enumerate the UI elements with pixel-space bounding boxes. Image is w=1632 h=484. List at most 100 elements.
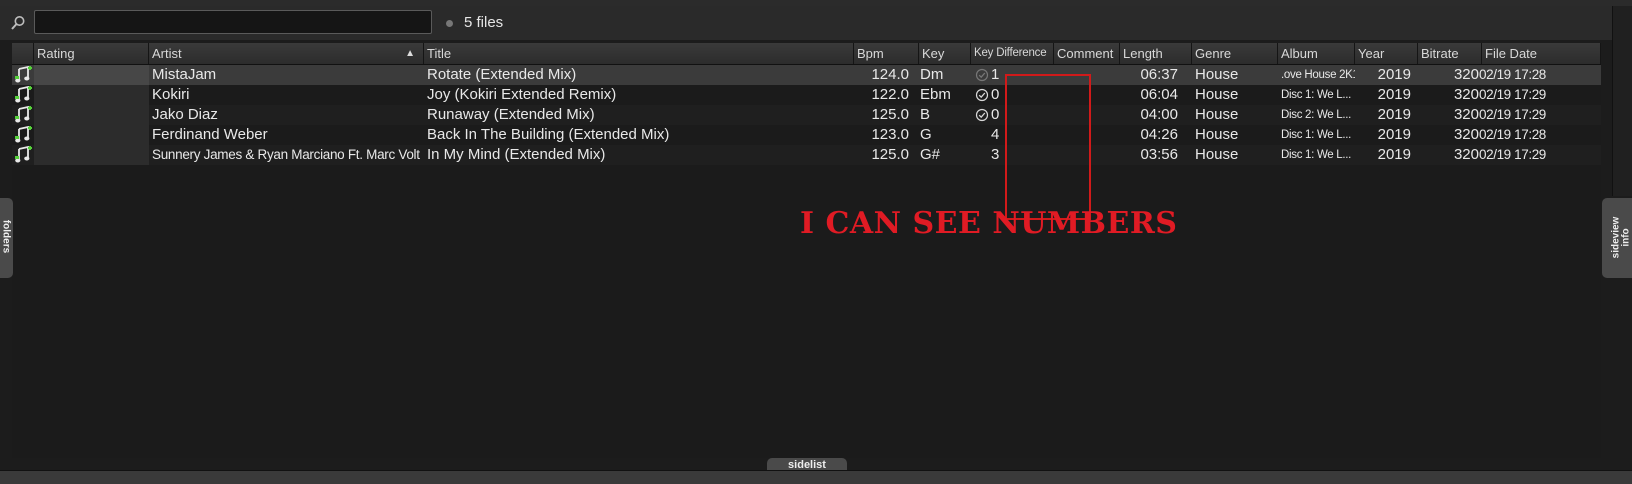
column-header-rating[interactable]: Rating [34,43,149,64]
key-match-check-icon [975,108,989,122]
bitrate-cell: 320 [1453,86,1479,103]
column-header-key[interactable]: Key [919,43,971,64]
length-cell: 04:26 [1140,126,1178,143]
file-count: 5 files [464,14,504,31]
bitrate-cell: 320 [1453,106,1479,123]
rating-cell[interactable] [34,105,149,125]
year-cell: 2019 [1377,86,1411,103]
length-cell: 03:56 [1140,146,1178,163]
column-header-icon[interactable] [12,43,34,64]
column-header-key-difference[interactable]: Key Difference [971,43,1054,64]
bpm-cell: 123.0 [871,126,909,143]
artist-cell: MistaJam [152,66,217,83]
table-header: Rating Artist ▲ Title Bpm Key Key Differ… [12,43,1601,65]
table-row[interactable]: Ferdinand Weber Back In The Building (Ex… [12,125,1601,145]
year-cell: 2019 [1377,106,1411,123]
bpm-cell: 125.0 [871,146,909,163]
column-header-title[interactable]: Title [424,43,854,64]
browser-window: 5 files Rating Artist ▲ Title Bpm Key Ke… [0,0,1632,484]
column-header-artist[interactable]: Artist ▲ [149,43,424,64]
key-cell: G [920,126,932,143]
column-header-artist-label: Artist [152,46,182,61]
folders-tab[interactable]: folders [0,198,13,278]
file-date-cell: 02/19 17:29 [1479,87,1546,102]
table-row[interactable]: Jako Diaz Runaway (Extended Mix) 125.0 B… [12,105,1601,125]
year-cell: 2019 [1377,126,1411,143]
table-row[interactable]: Kokiri Joy (Kokiri Extended Remix) 122.0… [12,85,1601,105]
file-date-cell: 02/19 17:29 [1479,107,1546,122]
length-cell: 04:00 [1140,106,1178,123]
column-header-album[interactable]: Album [1278,43,1355,64]
title-cell: Joy (Kokiri Extended Remix) [427,86,617,103]
music-note-icon [15,86,32,103]
column-header-comment[interactable]: Comment [1054,43,1120,64]
table-row[interactable]: Sunnery James & Ryan Marciano Ft. Marc V… [12,145,1601,165]
artist-cell: Ferdinand Weber [152,126,268,143]
artist-cell: Sunnery James & Ryan Marciano Ft. Marc V… [152,147,420,162]
file-browser-table: Rating Artist ▲ Title Bpm Key Key Differ… [12,43,1601,458]
length-cell: 06:04 [1140,86,1178,103]
artist-cell: Jako Diaz [152,106,218,123]
right-scroll-track[interactable] [1612,6,1632,196]
genre-cell: House [1195,106,1239,123]
key-cell: Dm [920,66,944,83]
rating-cell[interactable] [34,145,149,165]
key-difference-value: 1 [991,66,1000,83]
rating-cell[interactable] [34,65,149,85]
year-cell: 2019 [1377,146,1411,163]
title-cell: Rotate (Extended Mix) [427,66,577,83]
music-note-icon [15,106,32,123]
column-header-length[interactable]: Length [1120,43,1192,64]
file-date-cell: 02/19 17:29 [1479,147,1546,162]
album-cell: .ove House 2K1 [1281,69,1355,81]
key-difference-highlight-box [1005,74,1091,220]
music-note-icon [15,146,32,163]
album-cell: Disc 1: We L... [1281,149,1352,161]
genre-cell: House [1195,126,1239,143]
length-cell: 06:37 [1140,66,1178,83]
bitrate-cell: 320 [1453,146,1479,163]
file-date-cell: 02/19 17:28 [1479,127,1546,142]
column-header-file-date[interactable]: File Date [1482,43,1601,64]
key-cell: Ebm [920,86,951,103]
column-header-bitrate[interactable]: Bitrate [1418,43,1482,64]
column-header-bpm[interactable]: Bpm [854,43,919,64]
key-difference-value: 0 [991,106,1000,123]
file-date-cell: 02/19 17:28 [1479,67,1546,82]
key-difference-value: 4 [991,126,1000,143]
album-cell: Disc 1: We L... [1281,89,1352,101]
search-bar: 5 files [0,6,1612,40]
sideview-info-tab[interactable]: sideview info [1602,198,1632,278]
search-input[interactable] [34,10,432,34]
annotation-text: I CAN SEE NUMBERS [800,206,1178,241]
key-difference-value: 3 [991,146,1000,163]
table-row[interactable]: MistaJam Rotate (Extended Mix) 124.0 Dm … [12,65,1601,85]
artist-cell: Kokiri [152,86,190,103]
album-cell: Disc 1: We L... [1281,129,1352,141]
bottom-bar [0,470,1632,484]
music-note-icon [15,126,32,143]
search-option-dot-icon[interactable] [446,20,453,27]
key-difference-value: 0 [991,86,1000,103]
column-header-genre[interactable]: Genre [1192,43,1278,64]
key-match-check-icon [975,88,989,102]
genre-cell: House [1195,86,1239,103]
column-header-year[interactable]: Year [1355,43,1418,64]
year-cell: 2019 [1377,66,1411,83]
bitrate-cell: 320 [1453,66,1479,83]
search-icon[interactable] [10,15,26,31]
genre-cell: House [1195,66,1239,83]
key-cell: G# [920,146,941,163]
title-cell: Back In The Building (Extended Mix) [427,126,670,143]
rating-cell[interactable] [34,85,149,105]
key-match-check-icon [975,68,989,82]
sort-ascending-icon: ▲ [405,48,415,59]
title-cell: In My Mind (Extended Mix) [427,146,606,163]
title-cell: Runaway (Extended Mix) [427,106,595,123]
album-cell: Disc 2: We L... [1281,109,1352,121]
key-cell: B [920,106,931,123]
rating-cell[interactable] [34,125,149,145]
bitrate-cell: 320 [1453,126,1479,143]
music-note-icon [15,66,32,83]
info-tab-label: info [1620,228,1632,247]
